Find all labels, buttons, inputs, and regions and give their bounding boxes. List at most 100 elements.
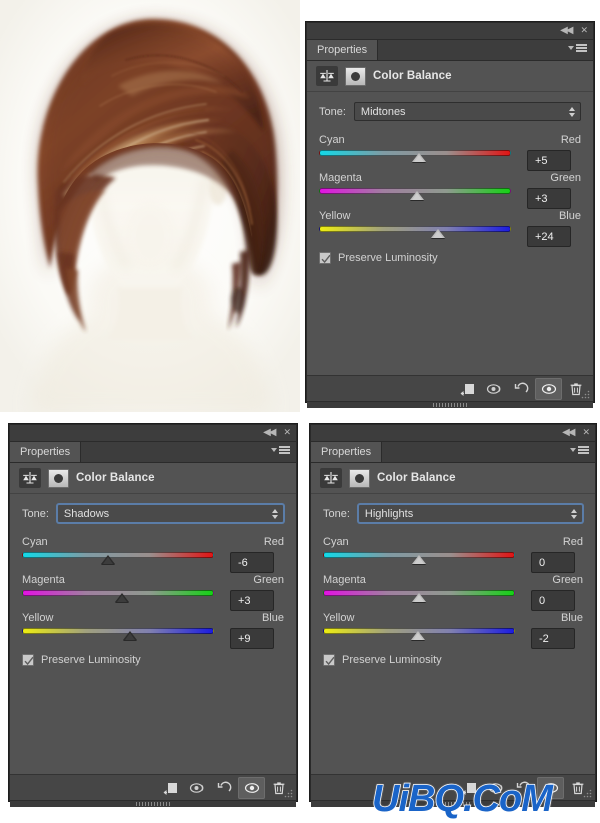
panel-resize-bar[interactable] [307,401,593,408]
clip-to-layer-icon[interactable] [157,777,184,799]
layer-mask-thumbnail-icon[interactable] [345,66,366,86]
slider-label-magenta: Magenta [22,574,65,586]
slider-thumb-yellow-blue[interactable] [411,631,425,640]
slider-yellow-blue[interactable] [22,627,214,641]
slider-magenta-green[interactable] [323,589,515,603]
window-buttons[interactable]: ◀◀ ✕ [263,427,291,438]
preserve-luminosity-checkbox[interactable] [319,252,331,264]
preserve-luminosity-checkbox[interactable] [323,654,335,666]
chevron-updown-icon[interactable] [272,508,278,519]
slider-thumb-magenta-green[interactable] [410,191,424,200]
resize-grip[interactable] [283,788,293,798]
value-text: 0 [539,594,546,607]
tone-select[interactable]: Midtones [353,102,581,121]
chevron-updown-icon[interactable] [571,508,577,519]
slider-group-yellow-blue: Yellow Blue +9 [22,612,284,649]
color-balance-icon [316,66,338,86]
reset-icon[interactable] [211,777,238,799]
panel-resize-bar[interactable] [10,800,296,807]
tone-select[interactable]: Shadows [56,504,284,523]
window-buttons[interactable]: ◀◀ ✕ [562,427,590,438]
collapse-icon[interactable]: ◀◀ [263,427,276,438]
properties-panel-shadows[interactable]: ◀◀ ✕ Properties Color Balance Tone: Shad… [9,424,297,807]
tab-properties[interactable]: Properties [307,40,379,60]
tab-label: Properties [317,44,368,56]
value-text: +3 [238,594,251,607]
tone-row: Tone: Highlights [323,504,583,523]
reset-icon[interactable] [508,378,535,400]
toggle-visibility-icon[interactable] [238,776,265,799]
value-field-magenta-green[interactable]: +3 [230,590,274,611]
slider-label-magenta: Magenta [319,172,362,184]
resize-grip[interactable] [582,788,592,798]
tab-properties[interactable]: Properties [311,442,383,462]
tab-properties[interactable]: Properties [10,442,82,462]
value-text: -2 [539,632,549,645]
collapse-icon[interactable]: ◀◀ [560,25,573,36]
slider-yellow-blue[interactable] [319,225,511,239]
slider-yellow-blue[interactable] [323,627,515,641]
clip-to-layer-icon[interactable] [454,378,481,400]
slider-magenta-green[interactable] [22,589,214,603]
slider-thumb-yellow-blue[interactable] [431,229,445,238]
resize-handle-dots [136,802,170,806]
window-buttons[interactable]: ◀◀ ✕ [560,25,588,36]
value-field-cyan-red[interactable]: -6 [230,552,274,573]
value-field-yellow-blue[interactable]: +9 [230,628,274,649]
close-icon[interactable]: ✕ [580,25,588,36]
slider-thumb-magenta-green[interactable] [115,593,129,602]
panel-menu-icon[interactable] [568,44,587,52]
preserve-luminosity-row[interactable]: Preserve Luminosity [319,252,581,264]
preserve-luminosity-row[interactable]: Preserve Luminosity [323,654,583,666]
view-previous-state-icon[interactable] [184,777,211,799]
resize-grip[interactable] [580,389,590,399]
close-icon[interactable]: ✕ [582,427,590,438]
preserve-luminosity-row[interactable]: Preserve Luminosity [22,654,284,666]
panel-titlebar: ◀◀ ✕ [307,23,593,40]
toggle-visibility-icon[interactable] [535,377,562,400]
tabbar-filler [382,442,595,462]
slider-magenta-green[interactable] [319,187,511,201]
slider-thumb-cyan-red[interactable] [101,555,115,564]
value-field-magenta-green[interactable]: +3 [527,188,571,209]
slider-cyan-red[interactable] [22,551,214,565]
value-text: +5 [535,154,548,167]
slider-track-yellow-blue[interactable] [319,226,511,232]
tabbar-filler [81,442,296,462]
value-field-cyan-red[interactable]: +5 [527,150,571,171]
slider-cyan-red[interactable] [319,149,511,163]
panel-body: Tone: Highlights Cyan Red 0 Magenta Gree… [311,494,595,666]
slider-thumb-yellow-blue[interactable] [123,631,137,640]
properties-panel-highlights[interactable]: ◀◀ ✕ Properties Color Balance Tone: High… [310,424,596,807]
value-field-yellow-blue[interactable]: -2 [531,628,575,649]
value-text: +9 [238,632,251,645]
tone-selected-value: Highlights [364,507,414,520]
slider-cyan-red[interactable] [323,551,515,565]
preserve-luminosity-checkbox[interactable] [22,654,34,666]
slider-label-blue: Blue [261,612,284,624]
slider-track-cyan-red[interactable] [22,552,214,558]
slider-track-yellow-blue[interactable] [22,628,214,634]
chevron-updown-icon[interactable] [569,106,575,117]
slider-label-magenta: Magenta [323,574,366,586]
value-field-cyan-red[interactable]: 0 [531,552,575,573]
value-field-yellow-blue[interactable]: +24 [527,226,571,247]
tone-select[interactable]: Highlights [357,504,583,523]
slider-thumb-magenta-green[interactable] [412,593,426,602]
properties-panel-midtones[interactable]: ◀◀ ✕ Properties Color Balance Tone: Midt… [306,22,594,408]
slider-thumb-cyan-red[interactable] [412,555,426,564]
layer-mask-thumbnail-icon[interactable] [349,468,370,488]
tone-label: Tone: [323,507,350,520]
view-previous-state-icon[interactable] [481,378,508,400]
value-field-magenta-green[interactable]: 0 [531,590,575,611]
slider-thumb-cyan-red[interactable] [412,153,426,162]
panel-body: Tone: Shadows Cyan Red -6 Magenta Green … [10,494,296,666]
collapse-icon[interactable]: ◀◀ [562,427,575,438]
slider-label-green: Green [253,574,284,586]
panel-menu-icon[interactable] [271,446,290,454]
panel-body: Tone: Midtones Cyan Red +5 Magenta Green… [307,92,593,264]
panel-menu-icon[interactable] [570,446,589,454]
slider-label-red: Red [263,536,284,548]
close-icon[interactable]: ✕ [283,427,291,438]
layer-mask-thumbnail-icon[interactable] [48,468,69,488]
